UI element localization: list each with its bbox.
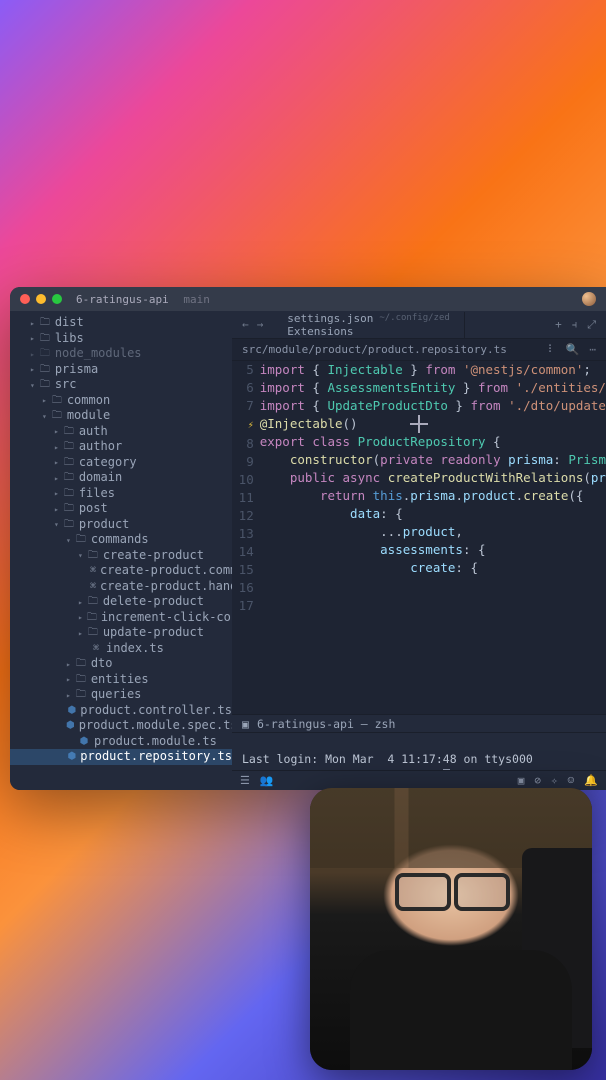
minimize-icon[interactable] — [36, 294, 46, 304]
tree-item-product-repository-ts[interactable]: ⬢product.repository.ts — [10, 749, 232, 765]
tree-item-product-module-spec-ts[interactable]: ⬢product.module.spec.ts — [10, 718, 232, 734]
tree-item-index-ts[interactable]: ⌘index.ts — [10, 641, 232, 657]
avatar[interactable] — [582, 292, 596, 306]
window-title: 6-ratingus-api main — [76, 293, 582, 306]
ide-window: 6-ratingus-api main 🗀dist🗀libs🗀node_modu… — [10, 287, 606, 790]
status-bar: ☰ 👥 ▣ ⊘ ✧ ☺ 🔔 — [232, 770, 606, 790]
tree-item-common[interactable]: 🗀common — [10, 393, 232, 409]
maximize-icon[interactable] — [52, 294, 62, 304]
window-controls — [20, 294, 62, 304]
titlebar[interactable]: 6-ratingus-api main — [10, 287, 606, 311]
search-icon[interactable]: 🔍 — [566, 343, 580, 356]
tree-item-product[interactable]: 🗀product — [10, 517, 232, 533]
tree-item-node-modules[interactable]: 🗀node_modules — [10, 346, 232, 362]
terminal-panel[interactable]: ▣ 6-ratingus-api — zsh Last login: Mon M… — [232, 714, 606, 770]
tree-item-queries[interactable]: 🗀queries — [10, 687, 232, 703]
inlay-icon[interactable]: ⠇ — [548, 343, 556, 356]
tab-extensions[interactable]: Extensions — [273, 325, 465, 338]
terminal-last-login: Last login: Mon Mar 4 11:17:48 on ttys00… — [242, 752, 533, 766]
tree-item-author[interactable]: 🗀author — [10, 439, 232, 455]
tabs-row: ← → settings.json~/.config/zedExtensions… — [232, 311, 606, 339]
breadcrumb[interactable]: src/module/product/product.repository.ts — [242, 343, 507, 356]
editor-area: ← → settings.json~/.config/zedExtensions… — [232, 311, 606, 790]
tree-item-create-product[interactable]: 🗀create-product — [10, 548, 232, 564]
collab-icon[interactable]: 👥 — [260, 774, 274, 787]
expand-icon[interactable]: ⤢ — [587, 318, 596, 332]
nav-forward-icon[interactable]: → — [257, 318, 264, 331]
close-icon[interactable] — [20, 294, 30, 304]
tree-item-prisma[interactable]: 🗀prisma — [10, 362, 232, 378]
feedback-icon[interactable]: ☺ — [568, 774, 575, 787]
tree-item-dto[interactable]: 🗀dto — [10, 656, 232, 672]
tree-item-files[interactable]: 🗀files — [10, 486, 232, 502]
tree-item-product-module-ts[interactable]: ⬢product.module.ts — [10, 734, 232, 750]
tree-item-dist[interactable]: 🗀dist — [10, 315, 232, 331]
tree-item-auth[interactable]: 🗀auth — [10, 424, 232, 440]
terminal-tab-label[interactable]: 6-ratingus-api — zsh — [257, 717, 395, 731]
tree-item-commands[interactable]: 🗀commands — [10, 532, 232, 548]
tree-item-create-product-comman[interactable]: ⌘create-product.comman — [10, 563, 232, 579]
copilot-icon[interactable]: ✧ — [551, 774, 558, 787]
panel-toggle-icon[interactable]: ☰ — [240, 774, 250, 787]
more-icon[interactable]: ⋯ — [589, 343, 596, 356]
new-tab-icon[interactable]: + — [555, 318, 562, 332]
tree-item-post[interactable]: 🗀post — [10, 501, 232, 517]
notifications-icon[interactable]: 🔔 — [584, 774, 598, 787]
tree-item-increment-click-count[interactable]: 🗀increment-click-count — [10, 610, 232, 626]
nav-back-icon[interactable]: ← — [242, 318, 249, 331]
tab-settings-json[interactable]: settings.json~/.config/zed — [273, 312, 465, 325]
tree-item-delete-product[interactable]: 🗀delete-product — [10, 594, 232, 610]
tree-item-entities[interactable]: 🗀entities — [10, 672, 232, 688]
tree-item-libs[interactable]: 🗀libs — [10, 331, 232, 347]
breadcrumb-bar: src/module/product/product.repository.ts… — [232, 339, 606, 361]
error-status-icon[interactable]: ⊘ — [534, 774, 541, 787]
tree-item-module[interactable]: 🗀module — [10, 408, 232, 424]
file-explorer[interactable]: 🗀dist🗀libs🗀node_modules🗀prisma🗀src🗀commo… — [10, 311, 232, 790]
tree-item-update-product[interactable]: 🗀update-product — [10, 625, 232, 641]
webcam-overlay — [310, 788, 592, 1070]
code-editor[interactable]: 5 6 7⚡ 8 9 10 11 12 13 14 15 16 17 impor… — [232, 361, 606, 714]
tree-item-src[interactable]: 🗀src — [10, 377, 232, 393]
terminal-status-icon[interactable]: ▣ — [518, 774, 525, 787]
tree-item-category[interactable]: 🗀category — [10, 455, 232, 471]
desktop-wallpaper: 6-ratingus-api main 🗀dist🗀libs🗀node_modu… — [0, 0, 606, 1080]
terminal-icon: ▣ — [242, 717, 249, 731]
split-icon[interactable]: ⫞ — [572, 318, 578, 332]
tree-item-domain[interactable]: 🗀domain — [10, 470, 232, 486]
tree-item-create-product-handle[interactable]: ⌘create-product.handle — [10, 579, 232, 595]
tree-item-product-controller-ts[interactable]: ⬢product.controller.ts — [10, 703, 232, 719]
